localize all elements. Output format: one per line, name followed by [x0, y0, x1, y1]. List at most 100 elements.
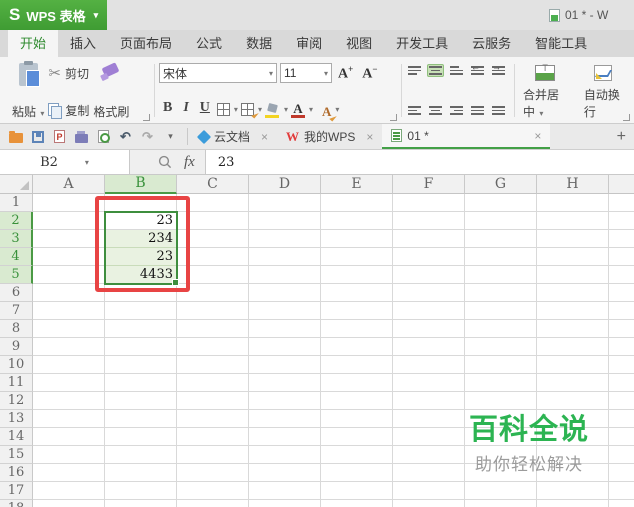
cell-F9[interactable] — [393, 338, 465, 356]
cell-F13[interactable] — [393, 410, 465, 428]
menu-tab-3[interactable]: 页面布局 — [108, 30, 184, 57]
cell-G6[interactable] — [465, 284, 537, 302]
decrease-indent-icon[interactable] — [469, 62, 486, 77]
clipboard-dialog-launcher-icon[interactable] — [143, 114, 150, 121]
cell-H9[interactable] — [537, 338, 609, 356]
cell-I15[interactable] — [609, 446, 634, 464]
cell-G16[interactable] — [465, 464, 537, 482]
cell-E8[interactable] — [321, 320, 393, 338]
cell-I9[interactable] — [609, 338, 634, 356]
select-all-corner[interactable] — [0, 175, 33, 194]
chevron-down-icon[interactable]: ▾ — [335, 105, 339, 114]
cell-F16[interactable] — [393, 464, 465, 482]
cell-H3[interactable] — [537, 230, 609, 248]
cell-H1[interactable] — [537, 194, 609, 212]
menu-tab-2[interactable]: 插入 — [58, 30, 108, 57]
cell-G15[interactable] — [465, 446, 537, 464]
cell-E16[interactable] — [321, 464, 393, 482]
column-header-F[interactable]: F — [393, 175, 465, 194]
cell-D14[interactable] — [249, 428, 321, 446]
formula-input[interactable]: 23 — [204, 150, 634, 174]
cell-C5[interactable] — [177, 266, 249, 284]
cell-I6[interactable] — [609, 284, 634, 302]
shrink-font-button[interactable]: A− — [359, 64, 380, 83]
cell-C16[interactable] — [177, 464, 249, 482]
cell-H15[interactable] — [537, 446, 609, 464]
close-tab-icon[interactable]: × — [534, 129, 541, 143]
new-tab-button[interactable]: + — [609, 124, 634, 149]
fill-color-button[interactable] — [265, 100, 280, 118]
cell-D11[interactable] — [249, 374, 321, 392]
cell-F17[interactable] — [393, 482, 465, 500]
cell-A10[interactable] — [33, 356, 105, 374]
cell-D1[interactable] — [249, 194, 321, 212]
cell-B14[interactable] — [105, 428, 177, 446]
cell-C15[interactable] — [177, 446, 249, 464]
cell-D4[interactable] — [249, 248, 321, 266]
cell-G2[interactable] — [465, 212, 537, 230]
cell-E2[interactable] — [321, 212, 393, 230]
bold-button[interactable]: B — [159, 100, 176, 118]
cell-F18[interactable] — [393, 500, 465, 507]
doc-tab-1[interactable]: 云文档 × — [190, 124, 277, 149]
draw-border-icon[interactable] — [240, 102, 254, 116]
cell-D5[interactable] — [249, 266, 321, 284]
cell-I13[interactable] — [609, 410, 634, 428]
cell-H10[interactable] — [537, 356, 609, 374]
align-center-icon[interactable] — [427, 104, 444, 117]
font-color-button[interactable]: A — [290, 100, 305, 118]
align-middle-icon[interactable] — [427, 64, 444, 77]
cell-B3[interactable]: 234 — [105, 230, 177, 248]
cell-A18[interactable] — [33, 500, 105, 507]
cell-E11[interactable] — [321, 374, 393, 392]
cell-C18[interactable] — [177, 500, 249, 507]
cell-C17[interactable] — [177, 482, 249, 500]
clear-format-button[interactable]: A — [322, 100, 331, 118]
menu-tab-5[interactable]: 数据 — [234, 30, 284, 57]
cell-I17[interactable] — [609, 482, 634, 500]
cell-H13[interactable] — [537, 410, 609, 428]
cell-G3[interactable] — [465, 230, 537, 248]
cell-C12[interactable] — [177, 392, 249, 410]
align-right-icon[interactable] — [448, 104, 465, 117]
cell-E6[interactable] — [321, 284, 393, 302]
menu-tab-6[interactable]: 审阅 — [284, 30, 334, 57]
font-size-select[interactable]: 11 ▾ — [280, 63, 332, 83]
cell-C2[interactable] — [177, 212, 249, 230]
close-tab-icon[interactable]: × — [366, 130, 373, 144]
cell-A1[interactable] — [33, 194, 105, 212]
fill-handle[interactable] — [172, 279, 179, 286]
row-header-17[interactable]: 17 — [0, 482, 33, 500]
cell-E18[interactable] — [321, 500, 393, 507]
row-header-14[interactable]: 14 — [0, 428, 33, 446]
undo-button[interactable]: ↶ — [118, 129, 133, 144]
cell-G1[interactable] — [465, 194, 537, 212]
cell-E7[interactable] — [321, 302, 393, 320]
row-header-18[interactable]: 18 — [0, 500, 33, 507]
column-header-A[interactable]: A — [33, 175, 105, 194]
copy-button[interactable]: 复制 — [48, 101, 89, 119]
cell-D3[interactable] — [249, 230, 321, 248]
insert-function-button[interactable]: fx — [184, 154, 195, 171]
cell-F2[interactable] — [393, 212, 465, 230]
cell-C6[interactable] — [177, 284, 249, 302]
cell-H8[interactable] — [537, 320, 609, 338]
cell-C7[interactable] — [177, 302, 249, 320]
align-bottom-icon[interactable] — [448, 64, 465, 77]
paste-button[interactable]: 粘贴 ▾ — [8, 61, 48, 121]
cell-E10[interactable] — [321, 356, 393, 374]
cell-I18[interactable] — [609, 500, 634, 507]
cell-F14[interactable] — [393, 428, 465, 446]
column-header-D[interactable]: D — [249, 175, 321, 194]
cell-I14[interactable] — [609, 428, 634, 446]
cell-G4[interactable] — [465, 248, 537, 266]
cell-C13[interactable] — [177, 410, 249, 428]
cell-D10[interactable] — [249, 356, 321, 374]
wrap-text-button[interactable]: 自动换行 — [580, 62, 626, 121]
quickbar-more-button[interactable]: ▾ — [163, 129, 178, 144]
cell-E4[interactable] — [321, 248, 393, 266]
cell-A15[interactable] — [33, 446, 105, 464]
cell-C10[interactable] — [177, 356, 249, 374]
cell-H2[interactable] — [537, 212, 609, 230]
row-header-16[interactable]: 16 — [0, 464, 33, 482]
